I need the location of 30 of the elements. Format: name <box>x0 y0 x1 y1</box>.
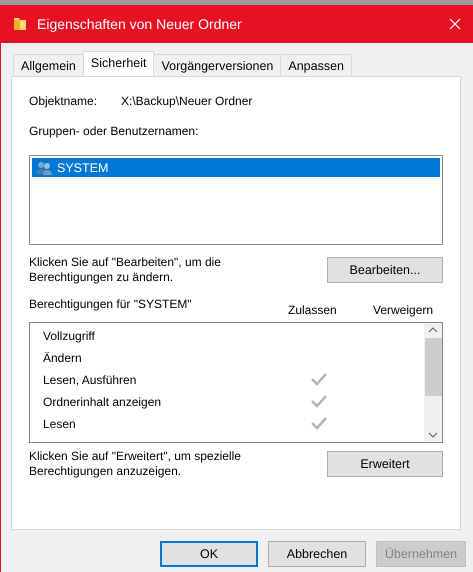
groups-label: Gruppen- oder Benutzernamen: <box>29 124 200 138</box>
deny-column-header: Verweigern <box>373 303 434 317</box>
advanced-hint: Klicken Sie auf "Erweitert", um spezielle Berechtigungen anzuzeigen. <box>29 449 242 479</box>
tab[interactable]: Allgemein <box>13 54 84 76</box>
permissions-label: Berechtigungen für "SYSTEM" <box>29 297 193 311</box>
tab[interactable]: Anpassen <box>280 54 352 76</box>
permission-name: Ändern <box>43 351 83 365</box>
permission-name: Ordnerinhalt anzeigen <box>43 395 162 409</box>
chevron-up-icon[interactable] <box>428 327 438 333</box>
permission-name: Lesen, Ausführen <box>43 373 138 387</box>
dialog-button[interactable]: OK <box>160 541 258 567</box>
object-name-value: X:\Backup\Neuer Ordner <box>121 94 252 108</box>
window-title: Eigenschaften von Neuer Ordner <box>37 16 243 32</box>
edit-button[interactable]: Bearbeiten... <box>327 257 443 283</box>
permission-name: Lesen <box>43 417 77 431</box>
edit-hint: Klicken Sie auf "Bearbeiten", um die Berechtigungen zu ändern. <box>29 255 222 285</box>
close-icon[interactable] <box>449 18 461 30</box>
dialog-button[interactable]: Abbrechen <box>268 541 366 567</box>
tab[interactable]: Sicherheit <box>82 51 154 76</box>
scroll-thumb[interactable] <box>424 338 442 396</box>
allow-column-header: Zulassen <box>288 303 338 317</box>
object-name-label: Objektname: <box>29 94 98 108</box>
group-item[interactable]: SYSTEM <box>32 158 440 177</box>
permission-name: Vollzugriff <box>43 329 96 343</box>
chevron-down-icon[interactable] <box>428 432 438 438</box>
advanced-button[interactable]: Erweitert <box>327 451 443 477</box>
tab[interactable]: Vorgängerversionen <box>153 54 282 76</box>
folder-icon <box>13 16 27 32</box>
users-icon <box>35 160 53 174</box>
scrollbar[interactable] <box>424 323 442 442</box>
